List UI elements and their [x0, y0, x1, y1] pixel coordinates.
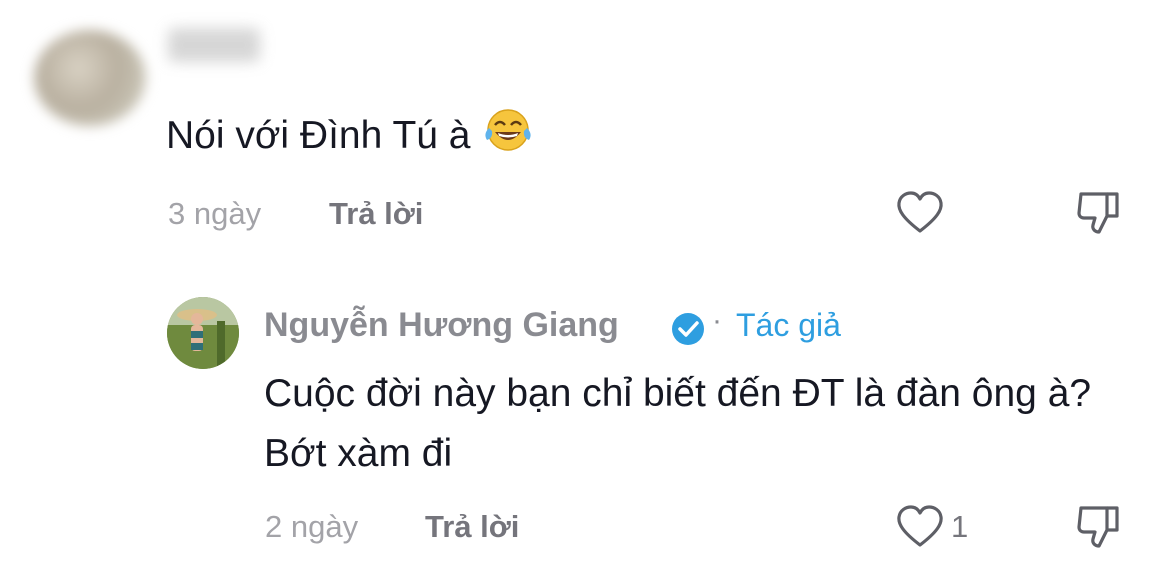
separator-dot: ·: [712, 304, 722, 337]
comment-text-body: Nói với Đình Tú à: [166, 114, 471, 157]
comment-time: 3 ngày: [168, 196, 262, 231]
author-badge: Tác giả: [736, 307, 841, 343]
commenter-name-blurred[interactable]: [168, 28, 260, 62]
comment-text: Nói với Đình Tú à: [166, 106, 533, 158]
reply-time: 2 ngày: [265, 509, 359, 544]
heart-outline-icon[interactable]: [895, 504, 945, 550]
reply-text: Cuộc đời này bạn chỉ biết đến ĐT là đàn …: [264, 372, 1092, 475]
heart-outline-icon[interactable]: [895, 190, 945, 236]
thumbs-down-icon[interactable]: [1075, 190, 1121, 236]
thumbs-down-icon[interactable]: [1075, 504, 1121, 550]
reply-button[interactable]: Trả lời: [425, 509, 519, 545]
verified-badge-icon: [670, 311, 706, 347]
tears-of-joy-emoji: [483, 106, 533, 154]
like-count: 1: [951, 509, 969, 544]
author-name[interactable]: Nguyễn Hương Giang: [264, 306, 619, 345]
commenter-avatar[interactable]: [34, 30, 146, 126]
author-avatar[interactable]: [167, 297, 239, 369]
reply-button[interactable]: Trả lời: [329, 196, 423, 232]
